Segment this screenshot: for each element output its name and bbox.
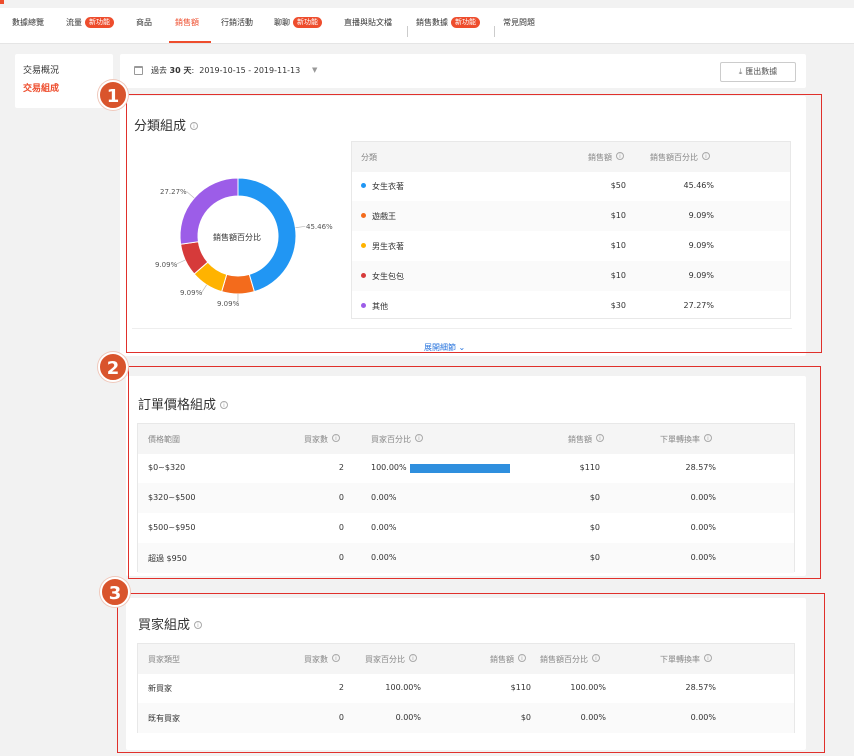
marker-2: 2	[98, 352, 128, 382]
marker-3: 3	[100, 577, 130, 607]
highlight-box-2	[128, 366, 821, 579]
marker-1: 1	[98, 80, 128, 110]
highlight-box-3	[117, 593, 825, 753]
highlight-box-1	[126, 94, 822, 353]
